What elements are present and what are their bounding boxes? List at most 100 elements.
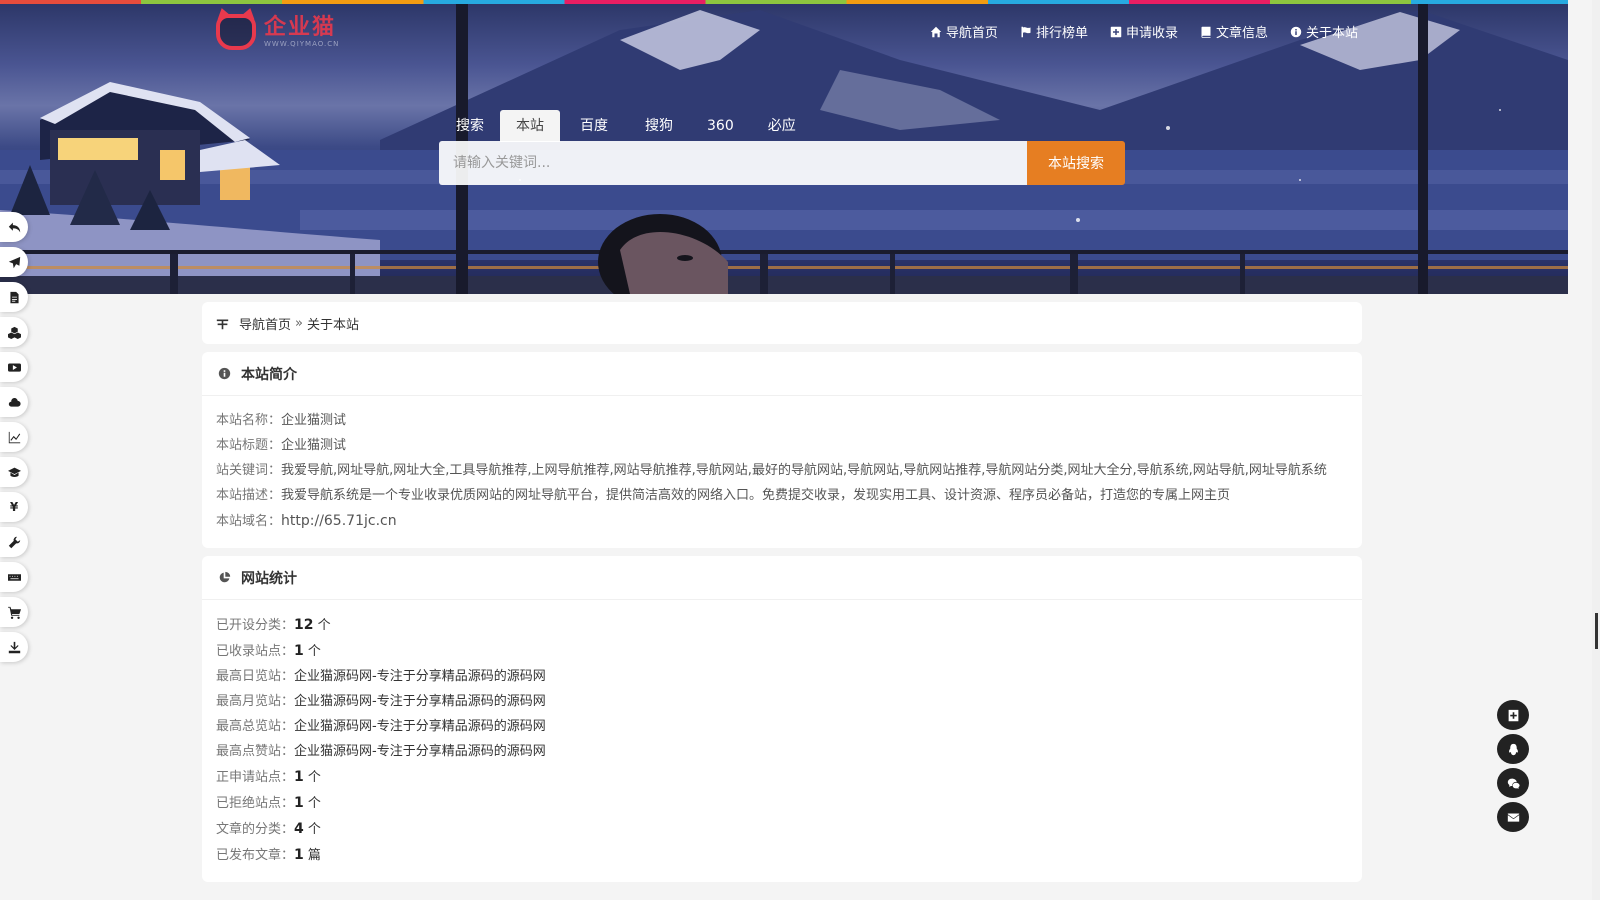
keyboard-icon (7, 573, 21, 581)
plus-square-icon (1508, 709, 1518, 721)
search-tab-site[interactable]: 本站 (500, 110, 560, 142)
cloud-icon (8, 397, 21, 407)
logo-subtitle: WWW.QIYMAO.CN (264, 40, 340, 48)
toolbar-send[interactable] (0, 247, 28, 277)
scrollbar-thumb[interactable] (1595, 613, 1598, 649)
site-stats-body: 已开设分类：12 个 已收录站点：1 个 最高日览站：企业猫源码网-专注于分享精… (202, 600, 1362, 882)
search-engine-tabs: 搜索 本站 百度 搜狗 360 必应 (440, 110, 813, 142)
cat-logo-icon (216, 14, 256, 50)
nav-home[interactable]: 导航首页 (930, 22, 998, 41)
wrench-icon (8, 536, 20, 548)
toolbar-file[interactable] (0, 282, 28, 312)
info-circle-icon (1290, 26, 1302, 37)
search-tab-baidu[interactable]: 百度 (560, 110, 628, 142)
stat-row: 已收录站点：1 个 (216, 642, 321, 659)
site-intro-body: 本站名称：企业猫测试 本站标题：企业猫测试 站关键词：我爱导航,网址导航,网址大… (202, 396, 1362, 548)
float-wechat-button[interactable] (1497, 768, 1529, 798)
paper-plane-icon (8, 256, 20, 268)
yen-icon: ¥ (9, 500, 19, 514)
stat-row: 最高总览站：企业猫源码网-专注于分享精品源码的源码网 (216, 718, 546, 734)
nav-articles[interactable]: 文章信息 (1200, 22, 1268, 41)
youtube-icon (7, 362, 21, 372)
file-icon (9, 291, 19, 303)
site-logo[interactable]: 企业猫 WWW.QIYMAO.CN (216, 14, 339, 50)
flag-icon (1021, 26, 1031, 37)
stat-row: 已发布文章：1 篇 (216, 846, 321, 863)
rainbow-strip (0, 0, 1568, 4)
search-button[interactable]: 本站搜索 (1027, 141, 1125, 185)
breadcrumb-home[interactable]: 导航首页 (239, 314, 291, 333)
toolbar-education[interactable] (0, 457, 28, 487)
wechat-icon (1507, 778, 1520, 789)
cubes-icon (7, 326, 21, 339)
info-row-title: 本站标题：企业猫测试 (216, 437, 347, 453)
info-row-name: 本站名称：企业猫测试 (216, 412, 347, 428)
stat-row: 已开设分类：12 个 (216, 616, 331, 633)
site-intro-title: 本站简介 (241, 366, 297, 383)
toolbar-shop[interactable] (0, 597, 28, 627)
search-bar: 本站搜索 (439, 141, 1125, 185)
search-tab-sogou[interactable]: 搜狗 (628, 110, 690, 142)
home-icon (930, 26, 942, 37)
site-intro-card: 本站简介 本站名称：企业猫测试 本站标题：企业猫测试 站关键词：我爱导航,网址导… (202, 352, 1362, 548)
page-scrollbar[interactable] (1592, 0, 1600, 900)
line-chart-icon (8, 431, 20, 443)
stat-row: 最高日览站：企业猫源码网-专注于分享精品源码的源码网 (216, 668, 546, 684)
right-floating-toolbar (1497, 700, 1529, 832)
search-tab-360[interactable]: 360 (690, 110, 751, 142)
top-navigation: 导航首页 排行榜单 申请收录 文章信息 关于本站 (930, 22, 1358, 41)
stat-row: 正申请站点：1 个 (216, 768, 321, 785)
toolbar-cubes[interactable] (0, 317, 28, 347)
breadcrumb: 导航首页 » 关于本站 (202, 302, 1362, 344)
float-email-button[interactable] (1497, 802, 1529, 832)
nav-ranking-label: 排行榜单 (1035, 26, 1088, 41)
nav-home-label: 导航首页 (945, 26, 998, 41)
graduation-cap-icon (7, 467, 21, 477)
toolbar-cloud[interactable] (0, 387, 28, 417)
search-input[interactable] (439, 141, 1027, 185)
nav-ranking[interactable]: 排行榜单 (1020, 22, 1088, 41)
toolbar-video[interactable] (0, 352, 28, 382)
breadcrumb-icon (216, 318, 229, 329)
info-row-keywords: 站关键词：我爱导航,网址导航,网址大全,工具导航推荐,上网导航推荐,网站导航推荐… (216, 462, 1327, 478)
undo-icon (8, 222, 20, 232)
info-row-domain: 本站域名：http://65.71jc.cn (216, 512, 397, 529)
search-tab-search[interactable]: 搜索 (440, 110, 500, 142)
nav-articles-label: 文章信息 (1215, 26, 1268, 41)
main-content: 导航首页 » 关于本站 本站简介 本站名称：企业猫测试 本站标题：企业猫测试 站… (202, 302, 1362, 890)
site-stats-header: 网站统计 (202, 556, 1362, 600)
toolbar-keyboard[interactable] (0, 562, 28, 592)
nav-about[interactable]: 关于本站 (1290, 22, 1358, 41)
search-tab-bing[interactable]: 必应 (751, 110, 813, 142)
download-icon (8, 641, 20, 653)
toolbar-tools[interactable] (0, 527, 28, 557)
cart-icon (7, 606, 21, 619)
breadcrumb-separator: » (295, 315, 303, 331)
qq-icon (1508, 743, 1518, 755)
nav-about-label: 关于本站 (1305, 26, 1358, 41)
site-intro-header: 本站简介 (202, 352, 1362, 396)
stat-row: 已拒绝站点：1 个 (216, 794, 321, 811)
stat-row: 最高点赞站：企业猫源码网-专注于分享精品源码的源码网 (216, 743, 546, 759)
toolbar-back[interactable] (0, 212, 28, 242)
nav-submit[interactable]: 申请收录 (1110, 22, 1178, 41)
pie-chart-icon (219, 571, 231, 583)
stat-row: 最高月览站：企业猫源码网-专注于分享精品源码的源码网 (216, 693, 546, 709)
info-circle-icon (218, 367, 231, 380)
site-stats-card: 网站统计 已开设分类：12 个 已收录站点：1 个 最高日览站：企业猫源码网-专… (202, 556, 1362, 882)
left-floating-toolbar: ¥ (0, 212, 28, 662)
logo-title: 企业猫 (264, 15, 337, 40)
toolbar-download[interactable] (0, 632, 28, 662)
nav-submit-label: 申请收录 (1125, 26, 1178, 41)
info-row-description: 本站描述：我爱导航系统是一个专业收录优质网站的网址导航平台，提供简洁高效的网络入… (216, 487, 1231, 503)
toolbar-finance[interactable]: ¥ (0, 492, 28, 522)
site-stats-title: 网站统计 (241, 570, 297, 587)
stat-row: 文章的分类：4 个 (216, 820, 321, 837)
plus-square-icon (1110, 26, 1122, 37)
breadcrumb-current: 关于本站 (306, 317, 359, 333)
hero-banner: 企业猫 WWW.QIYMAO.CN 导航首页 排行榜单 申请收录 文章信息 关于… (0, 0, 1568, 294)
book-icon (1201, 26, 1211, 38)
float-qq-button[interactable] (1497, 734, 1529, 764)
float-submit-button[interactable] (1497, 700, 1529, 730)
toolbar-chart[interactable] (0, 422, 28, 452)
